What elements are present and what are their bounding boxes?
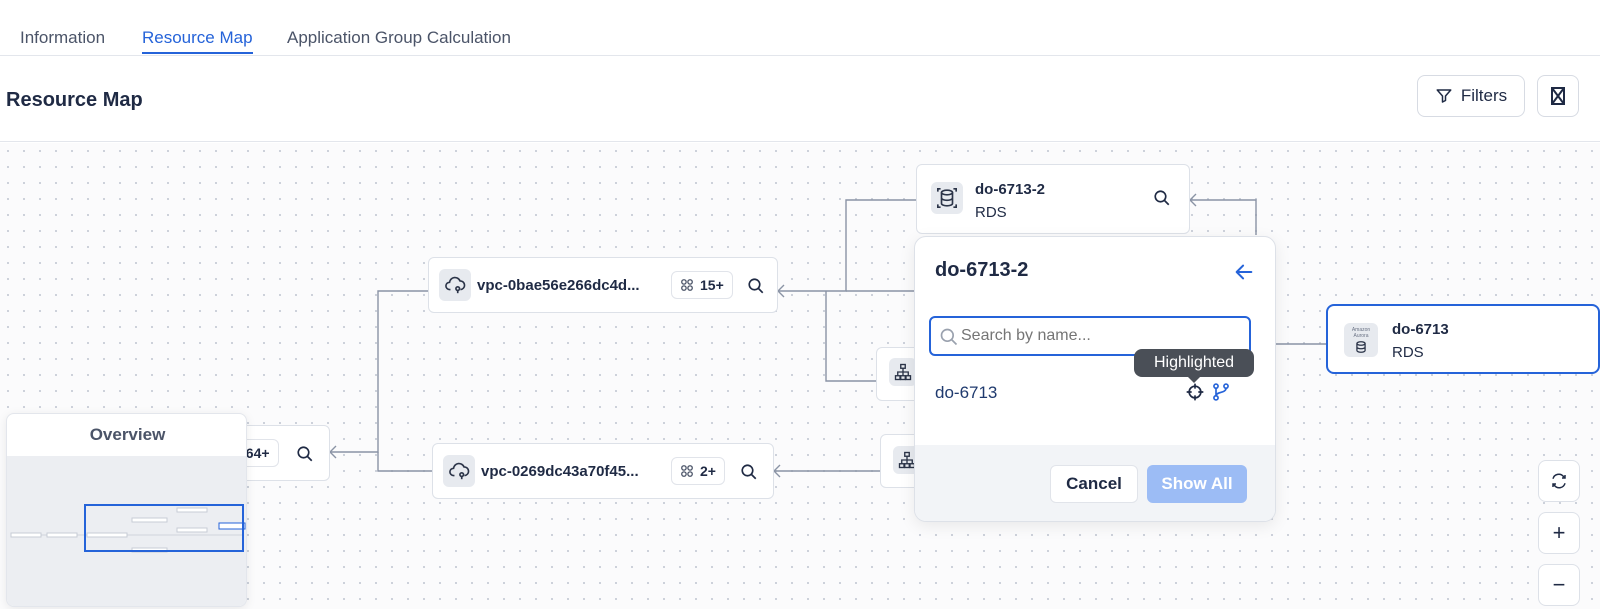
list-item-name[interactable]: do-6713 [935,383,997,403]
search-icon[interactable] [738,461,760,483]
resource-count-badge: 15+ [671,271,733,299]
show-all-button[interactable]: Show All [1147,465,1247,503]
overview-title: Overview [89,425,166,444]
crosshair-icon[interactable] [1185,382,1205,402]
rds-node-selected[interactable]: Amazon Aurora do-6713 RDS [1326,304,1600,374]
search-icon[interactable] [294,443,316,465]
minimap-area [7,456,246,606]
tab-information[interactable]: Information [20,28,105,48]
node-name: do-6713-2 [975,181,1046,198]
cloud-network-icon [439,269,471,301]
rds-node-top[interactable]: do-6713-2 RDS [916,164,1190,234]
zoom-in-button[interactable]: + [1538,512,1580,554]
popup-footer: Cancel Show All [915,445,1275,521]
filter-icon [1436,89,1452,103]
collapse-button[interactable] [1537,75,1579,117]
node-type: RDS [1392,344,1424,361]
count-value: 15+ [700,277,724,293]
overview-minimap[interactable]: Overview [6,413,247,607]
minimap-viewport[interactable] [84,504,244,552]
refresh-layout-icon [1552,473,1566,489]
related-resources-popup: do-6713-2 do-6713 Cancel Show All [914,236,1276,522]
tab-bar: Information Resource Map Application Gro… [0,0,1600,56]
vpc-node[interactable]: vpc-0269dc43a70f45... 2+ [432,443,774,499]
cancel-button[interactable]: Cancel [1050,465,1138,503]
zoom-out-button[interactable]: − [1538,564,1580,606]
back-arrow-icon[interactable] [1233,261,1257,285]
tab-application-group-calculation[interactable]: Application Group Calculation [287,28,511,48]
node-type: RDS [975,204,1007,221]
hierarchy-icon [889,358,917,386]
node-name: vpc-0bae56e266dc4d... [477,277,640,294]
tab-resource-map[interactable]: Resource Map [142,28,253,54]
vpc-node[interactable]: vpc-0bae56e266dc4d... 15+ [428,257,778,313]
search-input[interactable] [961,324,1241,348]
node-name: vpc-0269dc43a70f45... [481,463,639,480]
filters-button[interactable]: Filters [1417,75,1525,117]
cloud-network-icon [443,455,475,487]
amazon-aurora-icon: Amazon Aurora [1344,323,1378,357]
resources-icon [681,465,693,477]
search-icon [940,328,958,346]
highlighted-tooltip: Highlighted [1134,349,1254,383]
search-icon[interactable] [745,275,767,297]
resource-count-badge: 2+ [671,457,725,485]
page-title: Resource Map [6,89,143,111]
page-header: Resource Map Filters [0,57,1600,142]
resources-icon [681,279,693,291]
popup-title: do-6713-2 [935,259,1029,281]
search-icon[interactable] [1151,187,1173,209]
node-name: do-6713 [1392,321,1449,338]
database-icon [931,182,963,214]
filters-label: Filters [1460,86,1508,105]
hourglass-icon [1551,87,1565,105]
git-branch-icon[interactable] [1211,382,1231,402]
count-value: 2+ [700,463,716,479]
resource-map-canvas[interactable]: do-6713-2 RDS vpc-0bae56e266dc4d... 15+ … [0,143,1600,609]
fit-view-button[interactable] [1538,460,1580,502]
